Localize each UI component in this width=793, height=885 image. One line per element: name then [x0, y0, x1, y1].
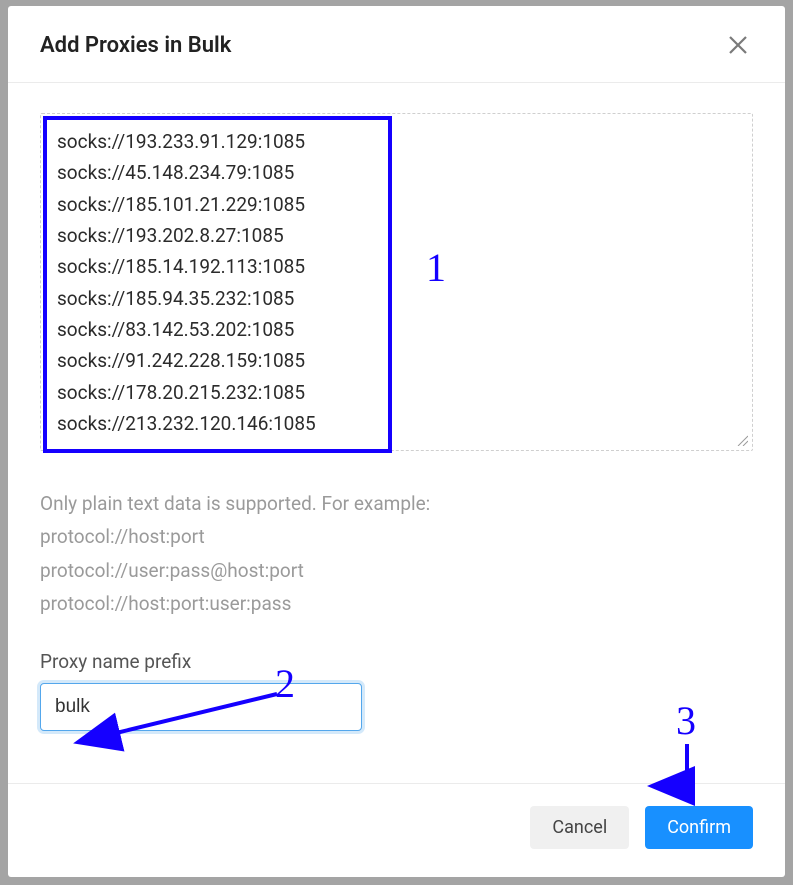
modal-footer: Cancel Confirm [8, 783, 785, 877]
help-line-3: protocol://user:pass@host:port [40, 554, 753, 587]
help-text: Only plain text data is supported. For e… [40, 487, 753, 620]
add-proxies-modal: Add Proxies in Bulk Only plain text data… [8, 6, 785, 877]
prefix-label: Proxy name prefix [40, 650, 753, 673]
help-line-4: protocol://host:port:user:pass [40, 587, 753, 620]
modal-header: Add Proxies in Bulk [8, 6, 785, 83]
confirm-button[interactable]: Confirm [645, 806, 753, 849]
help-line-1: Only plain text data is supported. For e… [40, 487, 753, 520]
close-icon [727, 34, 749, 56]
close-button[interactable] [723, 30, 753, 60]
cancel-button[interactable]: Cancel [530, 806, 629, 849]
prefix-input[interactable] [40, 683, 362, 731]
help-line-2: protocol://host:port [40, 520, 753, 553]
modal-title: Add Proxies in Bulk [40, 33, 231, 58]
proxies-textarea[interactable] [41, 114, 752, 450]
proxies-textarea-wrap [40, 113, 753, 451]
modal-body: Only plain text data is supported. For e… [8, 83, 785, 783]
